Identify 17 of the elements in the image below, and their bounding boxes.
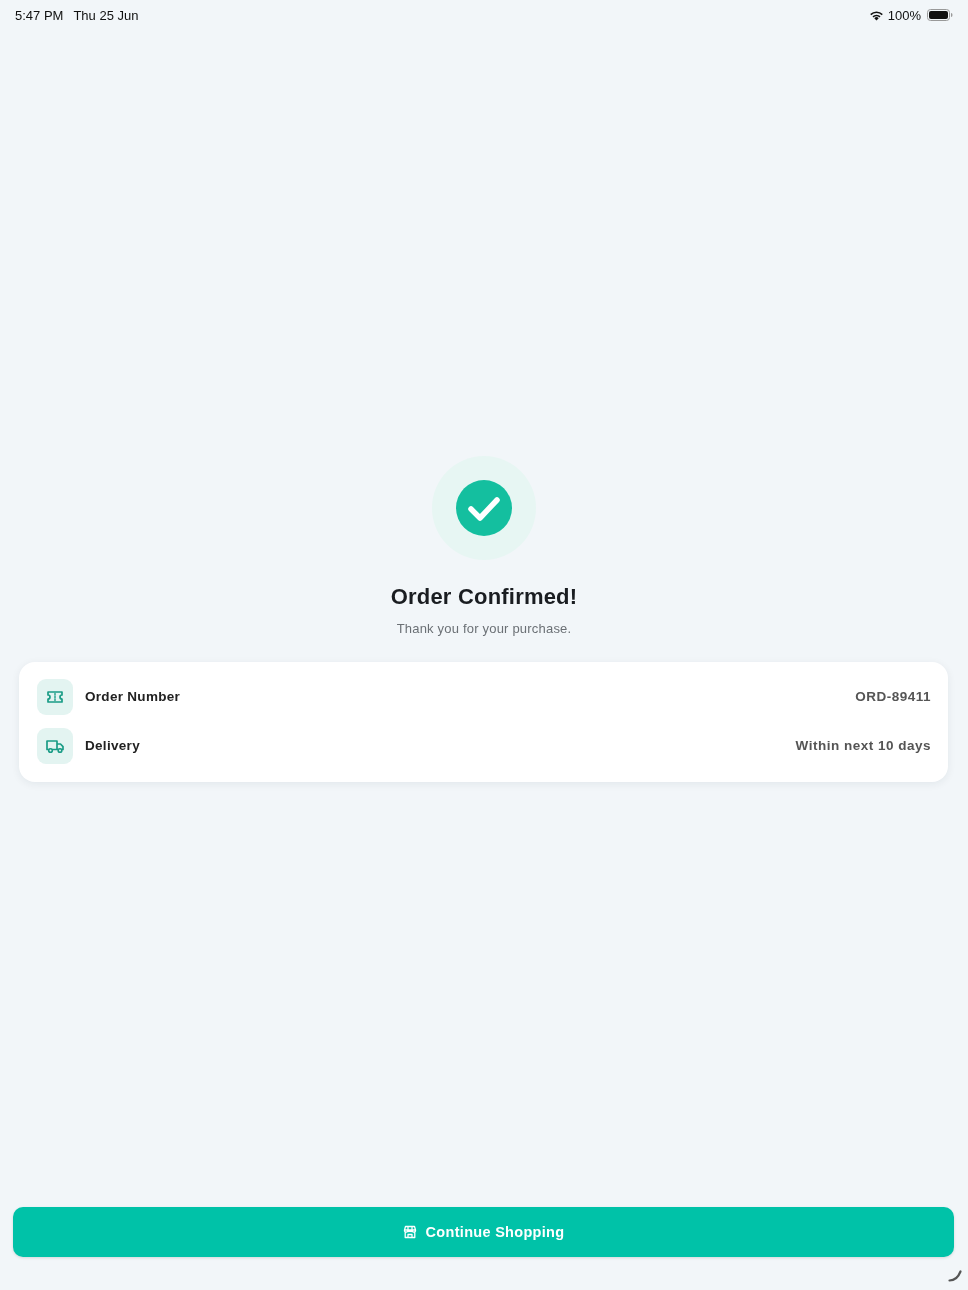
battery-percentage: 100% — [887, 7, 921, 23]
detail-label: Delivery — [85, 738, 140, 753]
status-date: Thu 25 Jun — [73, 7, 139, 23]
store-icon — [402, 1225, 417, 1239]
success-check-icon — [432, 455, 536, 560]
status-time: 5:47 PM — [15, 7, 64, 23]
detail-label: Order Number — [85, 689, 181, 704]
ticket-icon — [37, 678, 73, 715]
wifi-icon — [868, 9, 884, 21]
detail-value: ORD-89411 — [855, 689, 931, 704]
truck-icon — [37, 727, 73, 764]
continue-shopping-button[interactable]: Continue Shopping — [13, 1207, 954, 1257]
confirmation-subtitle: Thank you for your purchase. — [396, 619, 572, 638]
battery-icon — [927, 9, 953, 21]
confirmation-title: Order Confirmed! — [390, 582, 578, 611]
curve-icon — [948, 1270, 962, 1282]
detail-value: Within next 10 days — [795, 738, 931, 753]
